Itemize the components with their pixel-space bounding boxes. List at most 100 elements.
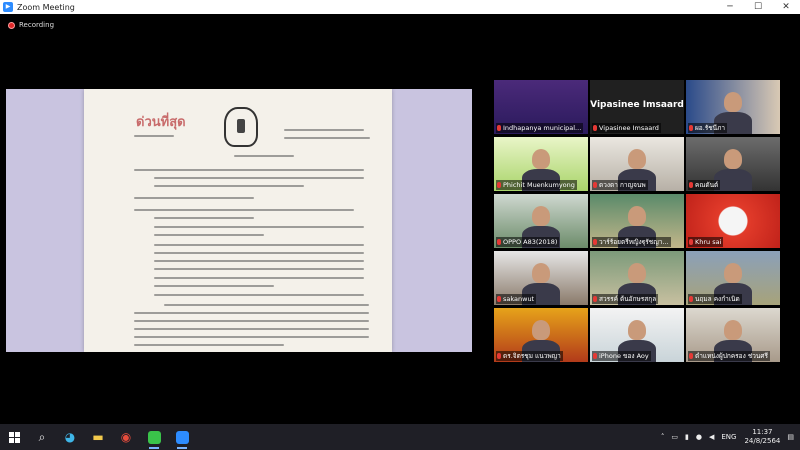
doc-text-line: [134, 312, 369, 314]
participant-face: [532, 206, 550, 226]
doc-text-line: [154, 226, 364, 228]
muted-microphone-icon: [497, 296, 501, 302]
participant-tile[interactable]: Phichit Muenkumyong: [494, 137, 588, 191]
muted-microphone-icon: [593, 296, 597, 302]
participant-tile[interactable]: sakanwut: [494, 251, 588, 305]
doc-text-line: [154, 234, 264, 236]
doc-text-line: [154, 185, 304, 187]
participant-face: [628, 206, 646, 226]
chrome-icon[interactable]: ◉: [112, 424, 140, 450]
muted-microphone-icon: [689, 296, 693, 302]
start-button[interactable]: [0, 424, 28, 450]
search-icon[interactable]: ⌕: [28, 424, 56, 450]
participant-display-name: Vipasinee Imsaard: [590, 100, 684, 110]
muted-microphone-icon: [593, 182, 597, 188]
recording-icon: [8, 21, 15, 29]
participant-tile[interactable]: ดวงดา กาญจนพ: [590, 137, 684, 191]
title-bar: ▶ Zoom Meeting ─ ☐ ✕: [0, 0, 800, 14]
participant-name-label: Indhapanya municipal...: [496, 123, 584, 133]
muted-microphone-icon: [497, 353, 501, 359]
shared-screen[interactable]: ด่วนที่สุด: [6, 89, 472, 352]
microphone-icon[interactable]: ●: [696, 433, 702, 441]
chevron-up-icon[interactable]: ˄: [661, 433, 665, 441]
participant-tile[interactable]: iPhone ของ Aoy: [590, 308, 684, 362]
doc-text-line: [234, 155, 294, 157]
doc-text-line: [154, 177, 364, 179]
muted-microphone-icon: [593, 125, 597, 131]
participant-tile[interactable]: Khru sai: [686, 194, 780, 248]
participant-name-label: คณตันต์: [688, 180, 721, 190]
participant-tile[interactable]: วาร์ร้อยตรีหญิงฐุรัชญา...: [590, 194, 684, 248]
zoom-taskbar-icon[interactable]: [168, 424, 196, 450]
participant-name-label: Vipasinee Imsaard: [592, 123, 661, 133]
muted-microphone-icon: [689, 353, 693, 359]
window-title: Zoom Meeting: [17, 2, 75, 12]
muted-microphone-icon: [689, 182, 693, 188]
muted-microphone-icon: [497, 239, 501, 245]
doc-text-line: [134, 336, 369, 338]
participant-name: ตำแหน่งผู้ปกครอง ช่วนศรี: [695, 352, 768, 360]
participant-tile[interactable]: ตำแหน่งผู้ปกครอง ช่วนศรี: [686, 308, 780, 362]
participant-tile[interactable]: นฤมล คงกำเนิด: [686, 251, 780, 305]
doc-text-line: [154, 244, 364, 246]
participant-name: Phichit Muenkumyong: [503, 181, 575, 189]
participant-name-label: นฤมล คงกำเนิด: [688, 294, 742, 304]
participant-name-label: Khru sai: [688, 237, 724, 247]
minimize-button[interactable]: ─: [716, 0, 744, 14]
line-app-icon[interactable]: [140, 424, 168, 450]
participant-name: วาร์ร้อยตรีหญิงฐุรัชญา...: [599, 238, 669, 246]
doc-text-line: [134, 197, 254, 199]
recording-label: Recording: [19, 21, 55, 29]
doc-text-line: [284, 129, 364, 131]
notifications-icon[interactable]: ▤: [787, 433, 794, 441]
doc-text-line: [154, 277, 364, 279]
windows-taskbar: ⌕ ◕ ▬ ◉ ˄ ▭ ▮ ● ◀ ENG 11:37 24/8/2564 ▤: [0, 424, 800, 450]
battery-icon[interactable]: ▮: [685, 433, 689, 441]
doc-text-line: [164, 304, 369, 306]
participant-tile[interactable]: คณตันต์: [686, 137, 780, 191]
doc-text-line: [154, 260, 364, 262]
doc-text-line: [134, 135, 174, 137]
participant-tile[interactable]: OPPO A83(2018): [494, 194, 588, 248]
participant-name-label: สวรรค์ ต้นอักษรสกุล: [592, 294, 659, 304]
close-button[interactable]: ✕: [772, 0, 800, 14]
doc-text-line: [134, 209, 354, 211]
document-secret-heading: ด่วนที่สุด: [136, 115, 186, 130]
participant-name: ดวงดา กาญจนพ: [599, 181, 646, 189]
network-icon[interactable]: ▭: [671, 433, 678, 441]
participant-name: Vipasinee Imsaard: [599, 124, 659, 132]
participant-face: [724, 320, 742, 340]
participant-name: iPhone ของ Aoy: [599, 352, 649, 360]
language-indicator[interactable]: ENG: [721, 433, 736, 441]
file-explorer-icon[interactable]: ▬: [84, 424, 112, 450]
muted-microphone-icon: [689, 239, 693, 245]
participant-tile[interactable]: สวรรค์ ต้นอักษรสกุล: [590, 251, 684, 305]
muted-microphone-icon: [497, 182, 501, 188]
clock-date: 24/8/2564: [744, 437, 781, 445]
participant-name-label: sakanwut: [496, 294, 537, 304]
clock[interactable]: 11:37 24/8/2564: [744, 428, 780, 446]
participant-name: สวรรค์ ต้นอักษรสกุล: [599, 295, 657, 303]
participant-name: คณตันต์: [695, 181, 719, 189]
doc-text-line: [154, 217, 254, 219]
muted-microphone-icon: [497, 125, 501, 131]
doc-text-line: [154, 285, 274, 287]
participant-tile[interactable]: ผอ.รัชนีภา: [686, 80, 780, 134]
participant-name-label: ดวงดา กาญจนพ: [592, 180, 648, 190]
participant-name-label: วาร์ร้อยตรีหญิงฐุรัชญา...: [592, 237, 671, 247]
participant-name-label: iPhone ของ Aoy: [592, 351, 651, 361]
windows-logo-icon: [8, 431, 20, 443]
doc-text-line: [154, 252, 364, 254]
participant-name: Indhapanya municipal...: [503, 124, 582, 132]
recording-indicator[interactable]: Recording: [8, 21, 54, 29]
participant-face: [628, 320, 646, 340]
maximize-button[interactable]: ☐: [744, 0, 772, 14]
participant-tile[interactable]: Vipasinee Imsaard Vipasinee Imsaard: [590, 80, 684, 134]
participant-face: [724, 263, 742, 283]
participant-name-label: OPPO A83(2018): [496, 237, 560, 247]
system-tray: ˄ ▭ ▮ ● ◀ ENG 11:37 24/8/2564 ▤: [654, 424, 794, 450]
volume-icon[interactable]: ◀: [709, 433, 714, 441]
participant-tile[interactable]: Indhapanya municipal...: [494, 80, 588, 134]
participant-tile[interactable]: ดร.จิตรชุม แนวพญา: [494, 308, 588, 362]
edge-browser-icon[interactable]: ◕: [56, 424, 84, 450]
